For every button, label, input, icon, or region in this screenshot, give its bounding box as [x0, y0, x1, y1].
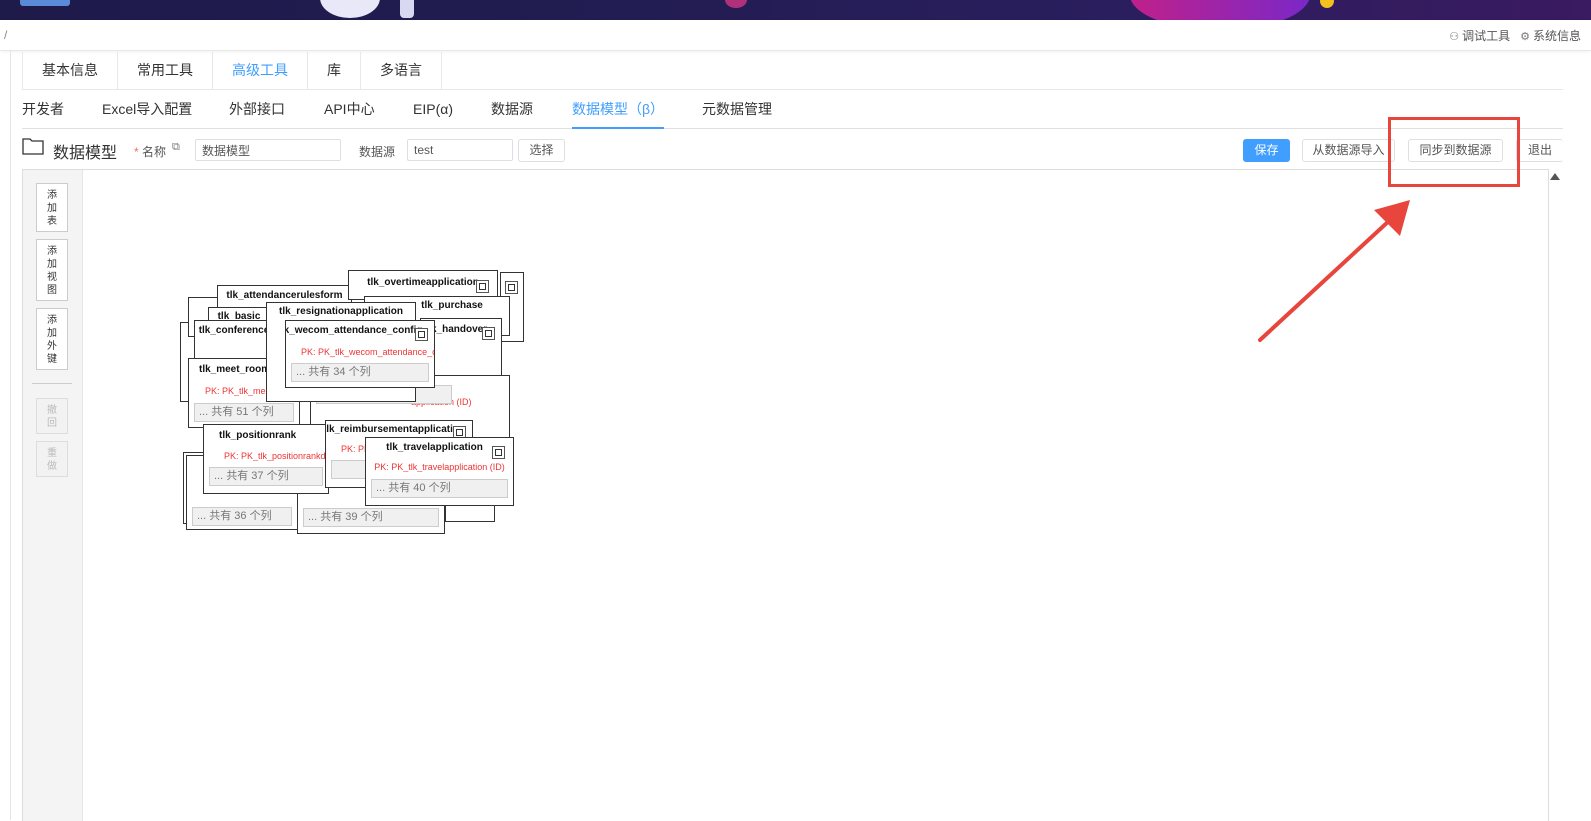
column-count: ... 共有 51 个列 — [194, 403, 294, 422]
add-view-button[interactable]: 添加视图 — [36, 239, 68, 301]
scroll-up-icon[interactable] — [1550, 173, 1560, 180]
banner-decoration — [725, 0, 747, 8]
main-tabs: 基本信息 常用工具 高级工具 库 多语言 — [22, 52, 1563, 90]
system-info-link[interactable]: ⚙ 系统信息 — [1520, 27, 1581, 44]
collapse-icon[interactable] — [415, 328, 428, 341]
table-node[interactable]: tlk_wecom_attendance_config PK: PK_tlk_w… — [285, 320, 435, 388]
add-foreign-key-button[interactable]: 添加外键 — [36, 308, 68, 370]
gear-icon: ⚙ — [1520, 31, 1530, 43]
name-label-text: 名称 — [142, 145, 167, 159]
table-name: tlk_wecom_attendance_config — [285, 325, 423, 336]
banner-decoration — [320, 0, 380, 18]
column-count: ... 共有 40 个列 — [371, 479, 508, 498]
table-name: tlk_reimbursementapplication — [325, 424, 466, 435]
collapse-icon[interactable] — [476, 280, 489, 293]
redo-label: 重做 — [47, 448, 57, 472]
column-count: ... 共有 37 个列 — [209, 467, 323, 486]
datasource-input[interactable] — [407, 139, 513, 161]
copy-icon[interactable]: ⧉ — [172, 141, 180, 154]
highlight-box — [1388, 117, 1520, 187]
sub-tabs: 开发者 Excel导入配置 外部接口 API中心 EIP(α) 数据源 数据模型… — [22, 90, 1563, 129]
column-count: ... 共有 34 个列 — [291, 363, 429, 382]
divider — [10, 50, 11, 820]
table-name: tlk_resignationapplication — [279, 306, 403, 317]
primary-key: PK: PK_tlk_wecom_attendance_config (ID) — [301, 347, 434, 357]
add-fk-label: 添加外键 — [47, 315, 57, 365]
save-button[interactable]: 保存 — [1243, 139, 1290, 162]
tab-advanced-tools[interactable]: 高级工具 — [213, 52, 308, 89]
debug-tools-label: 调试工具 — [1462, 29, 1511, 43]
banner-decoration — [1130, 0, 1310, 20]
select-button[interactable]: 选择 — [518, 139, 565, 162]
table-node[interactable]: tlk_travelapplication PK: PK_tlk_travela… — [365, 437, 514, 506]
folder-icon — [22, 138, 44, 155]
tab-api-center[interactable]: API中心 — [324, 90, 375, 128]
divider — [32, 383, 72, 384]
undo-label: 撤回 — [47, 405, 57, 429]
header-banner — [0, 0, 1591, 20]
undo-button[interactable]: 撤回 — [36, 398, 68, 434]
datasource-label: 数据源 — [359, 145, 396, 159]
tab-external-api[interactable]: 外部接口 — [229, 90, 285, 128]
banner-decoration — [400, 0, 414, 18]
tab-metadata[interactable]: 元数据管理 — [702, 90, 772, 128]
primary-key: PK: PK_tlk_travelapplication (ID) — [374, 462, 505, 472]
side-toolbar: 添加表 添加视图 添加外键 撤回 重做 — [23, 170, 83, 821]
model-toolbar: 数据模型 * 名称 ⧉ 数据源 选择 保存 从数据源导入 同步到数据源 退出 — [22, 134, 1563, 166]
tab-multilanguage[interactable]: 多语言 — [361, 52, 442, 89]
tab-data-model[interactable]: 数据模型（β） — [572, 90, 665, 129]
tab-eip[interactable]: EIP(α) — [413, 90, 453, 128]
tab-basic-info[interactable]: 基本信息 — [22, 52, 118, 89]
breadcrumb: / — [4, 28, 8, 42]
table-name: tlk_conference — [198, 325, 270, 336]
name-input[interactable] — [195, 139, 341, 161]
add-view-label: 添加视图 — [47, 246, 57, 296]
table-node[interactable]: tlk_positionrank PK: PK_tlk_positionrank… — [203, 424, 329, 494]
debug-icon: ⚇ — [1449, 31, 1460, 43]
logo — [20, 0, 70, 6]
import-from-datasource-button[interactable]: 从数据源导入 — [1302, 139, 1395, 162]
collapse-icon[interactable] — [492, 446, 505, 459]
exit-button[interactable]: 退出 — [1516, 139, 1563, 162]
annotation-arrow — [1258, 200, 1410, 342]
table-name: tlk_overtimeapplication — [367, 277, 479, 288]
table-name: tlk_positionrank — [219, 430, 297, 441]
tab-library[interactable]: 库 — [308, 52, 361, 89]
column-count: ... 共有 39 个列 — [303, 508, 439, 527]
tab-datasource[interactable]: 数据源 — [491, 90, 533, 128]
table-node[interactable]: tlk_conference — [194, 320, 274, 360]
primary-key: PK: PK_tlk_positionrankdata (ID) — [224, 451, 328, 461]
system-info-label: 系统信息 — [1532, 29, 1581, 43]
name-label: * 名称 — [134, 145, 167, 159]
table-name: tlk_travelapplication — [386, 442, 483, 453]
tab-developer[interactable]: 开发者 — [22, 90, 64, 128]
top-bar: / ⚇ 调试工具 ⚙ 系统信息 — [0, 20, 1591, 51]
add-table-label: 添加表 — [47, 190, 57, 227]
table-name: tlk_attendancerulesform — [226, 290, 343, 301]
add-table-button[interactable]: 添加表 — [36, 183, 68, 232]
page-title: 数据模型 — [53, 145, 118, 162]
column-count: ... 共有 36 个列 — [192, 507, 292, 526]
debug-tools-link[interactable]: ⚇ 调试工具 — [1449, 27, 1510, 44]
redo-button[interactable]: 重做 — [36, 441, 68, 477]
vertical-scrollbar[interactable] — [1547, 169, 1563, 820]
tab-excel-import[interactable]: Excel导入配置 — [102, 90, 192, 128]
collapse-icon[interactable] — [505, 281, 518, 294]
collapse-icon[interactable] — [482, 327, 495, 340]
banner-decoration — [1320, 0, 1334, 8]
tab-common-tools[interactable]: 常用工具 — [118, 52, 213, 89]
